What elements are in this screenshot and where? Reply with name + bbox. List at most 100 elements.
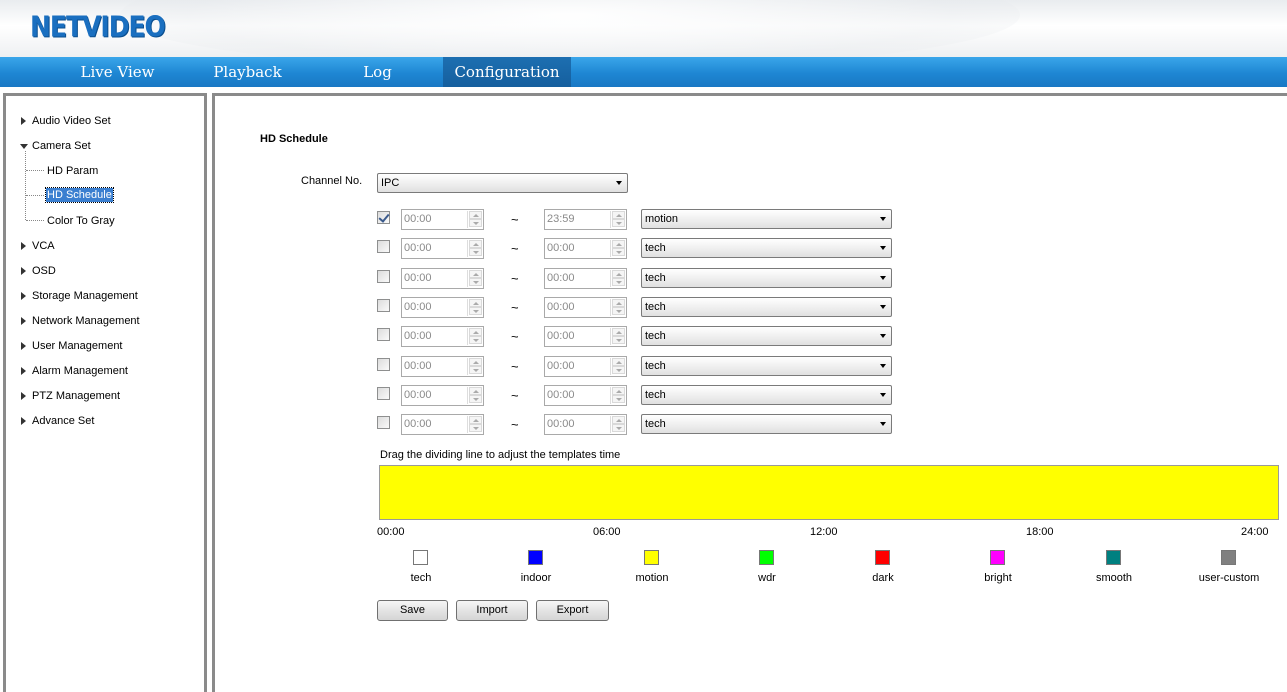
expand-arrow-icon[interactable]: [21, 367, 26, 375]
sidebar-item-user-management[interactable]: User Management: [32, 340, 123, 352]
collapse-arrow-icon[interactable]: [20, 144, 28, 149]
sidebar-item-color-to-gray[interactable]: Color To Gray: [47, 215, 115, 227]
save-button[interactable]: Save: [377, 600, 448, 621]
row-enable-checkbox[interactable]: [377, 298, 390, 312]
chevron-down-icon: [880, 217, 886, 221]
sidebar-item-vca[interactable]: VCA: [32, 240, 55, 252]
mode-select[interactable]: tech: [641, 355, 892, 376]
legend-swatch: [759, 550, 774, 565]
channel-select-value: IPC: [381, 177, 400, 189]
nav-log[interactable]: Log: [320, 57, 435, 87]
start-time-input[interactable]: 00:00: [401, 296, 484, 318]
expand-arrow-icon[interactable]: [21, 242, 26, 250]
row-enable-checkbox[interactable]: [377, 240, 390, 254]
mode-select[interactable]: tech: [641, 414, 892, 435]
spinner-icon[interactable]: [610, 357, 625, 375]
mode-select[interactable]: tech: [641, 296, 892, 317]
import-button[interactable]: Import: [456, 600, 528, 621]
start-time-input[interactable]: 00:00: [401, 355, 484, 377]
legend-label: smooth: [1095, 572, 1133, 584]
spinner-icon[interactable]: [467, 298, 482, 316]
mode-select[interactable]: motion: [641, 209, 892, 229]
mode-select-value: tech: [645, 418, 666, 431]
end-time-input[interactable]: 00:00: [544, 414, 627, 436]
row-enable-checkbox[interactable]: [377, 416, 390, 430]
expand-arrow-icon[interactable]: [21, 267, 26, 275]
row-enable-checkbox[interactable]: [377, 269, 390, 283]
spinner-icon[interactable]: [467, 211, 482, 228]
end-time-input[interactable]: 00:00: [544, 384, 627, 406]
row-enable-checkbox[interactable]: [377, 357, 390, 371]
sidebar-item-osd[interactable]: OSD: [32, 265, 56, 277]
spinner-icon[interactable]: [610, 416, 625, 434]
spinner-icon[interactable]: [467, 416, 482, 434]
end-time-input-value: 00:00: [547, 418, 575, 431]
start-time-input[interactable]: 00:00: [401, 326, 484, 348]
end-time-input-value: 00:00: [547, 359, 575, 372]
start-time-input[interactable]: 00:00: [401, 414, 484, 436]
spinner-icon[interactable]: [467, 357, 482, 375]
start-time-input-value: 00:00: [404, 359, 432, 372]
spinner-icon[interactable]: [467, 240, 482, 258]
mode-select[interactable]: tech: [641, 384, 892, 405]
mode-select-value: tech: [645, 300, 666, 313]
end-time-input[interactable]: 23:59: [544, 209, 627, 230]
end-time-input[interactable]: 00:00: [544, 355, 627, 377]
spinner-icon[interactable]: [610, 298, 625, 316]
row-enable-checkbox[interactable]: [377, 328, 390, 342]
sidebar-item-alarm-management[interactable]: Alarm Management: [32, 365, 128, 377]
expand-arrow-icon[interactable]: [21, 392, 26, 400]
start-time-input[interactable]: 00:00: [401, 238, 484, 260]
legend-swatch: [644, 550, 659, 565]
row-enable-checkbox[interactable]: [377, 211, 390, 224]
expand-arrow-icon[interactable]: [21, 342, 26, 350]
sidebar-item-audio-video-set[interactable]: Audio Video Set: [32, 115, 111, 127]
spinner-icon[interactable]: [467, 328, 482, 346]
sidebar-item-camera-set[interactable]: Camera Set: [32, 140, 91, 152]
start-time-input-value: 00:00: [404, 300, 432, 313]
end-time-input[interactable]: 00:00: [544, 296, 627, 318]
mode-select[interactable]: tech: [641, 267, 892, 288]
timeline-tick: 00:00: [377, 526, 405, 538]
channel-label: Channel No.: [301, 175, 363, 187]
spinner-icon[interactable]: [610, 211, 625, 228]
expand-arrow-icon[interactable]: [21, 117, 26, 125]
start-time-input[interactable]: 00:00: [401, 209, 484, 230]
spinner-icon[interactable]: [610, 328, 625, 346]
start-time-input[interactable]: 00:00: [401, 267, 484, 289]
nav-playback[interactable]: Playback: [190, 57, 305, 87]
start-time-input-value: 00:00: [404, 242, 432, 255]
spinner-icon[interactable]: [467, 386, 482, 404]
chevron-down-icon: [880, 334, 886, 339]
channel-select[interactable]: IPC: [377, 173, 628, 193]
mode-select-value: tech: [645, 359, 666, 372]
spinner-icon[interactable]: [610, 386, 625, 404]
nav-live-view[interactable]: Live View: [60, 57, 175, 87]
mode-select[interactable]: tech: [641, 326, 892, 347]
sidebar-item-ptz-management[interactable]: PTZ Management: [32, 390, 120, 402]
sidebar-item-network-management[interactable]: Network Management: [32, 315, 140, 327]
sidebar-item-storage-management[interactable]: Storage Management: [32, 290, 138, 302]
spinner-icon[interactable]: [467, 269, 482, 287]
end-time-input[interactable]: 00:00: [544, 238, 627, 260]
expand-arrow-icon[interactable]: [21, 417, 26, 425]
sidebar-item-advance-set[interactable]: Advance Set: [32, 415, 94, 427]
start-time-input[interactable]: 00:00: [401, 384, 484, 406]
export-button[interactable]: Export: [536, 600, 609, 621]
schedule-timeline[interactable]: [379, 465, 1279, 520]
nav-configuration[interactable]: Configuration: [443, 57, 571, 87]
header-banner: NETVIDEO: [0, 0, 1287, 57]
spinner-icon[interactable]: [610, 240, 625, 258]
main-panel: HD Schedule Channel No. IPC Drag the div…: [212, 93, 1287, 692]
end-time-input[interactable]: 00:00: [544, 326, 627, 348]
sidebar-item-hd-schedule[interactable]: HD Schedule: [45, 187, 114, 203]
sidebar-item-hd-param[interactable]: HD Param: [47, 165, 98, 177]
end-time-input[interactable]: 00:00: [544, 267, 627, 289]
expand-arrow-icon[interactable]: [21, 317, 26, 325]
chevron-down-icon: [880, 275, 886, 280]
row-enable-checkbox[interactable]: [377, 386, 390, 400]
range-separator: ~: [511, 329, 519, 345]
spinner-icon[interactable]: [610, 269, 625, 287]
expand-arrow-icon[interactable]: [21, 292, 26, 300]
mode-select[interactable]: tech: [641, 238, 892, 259]
